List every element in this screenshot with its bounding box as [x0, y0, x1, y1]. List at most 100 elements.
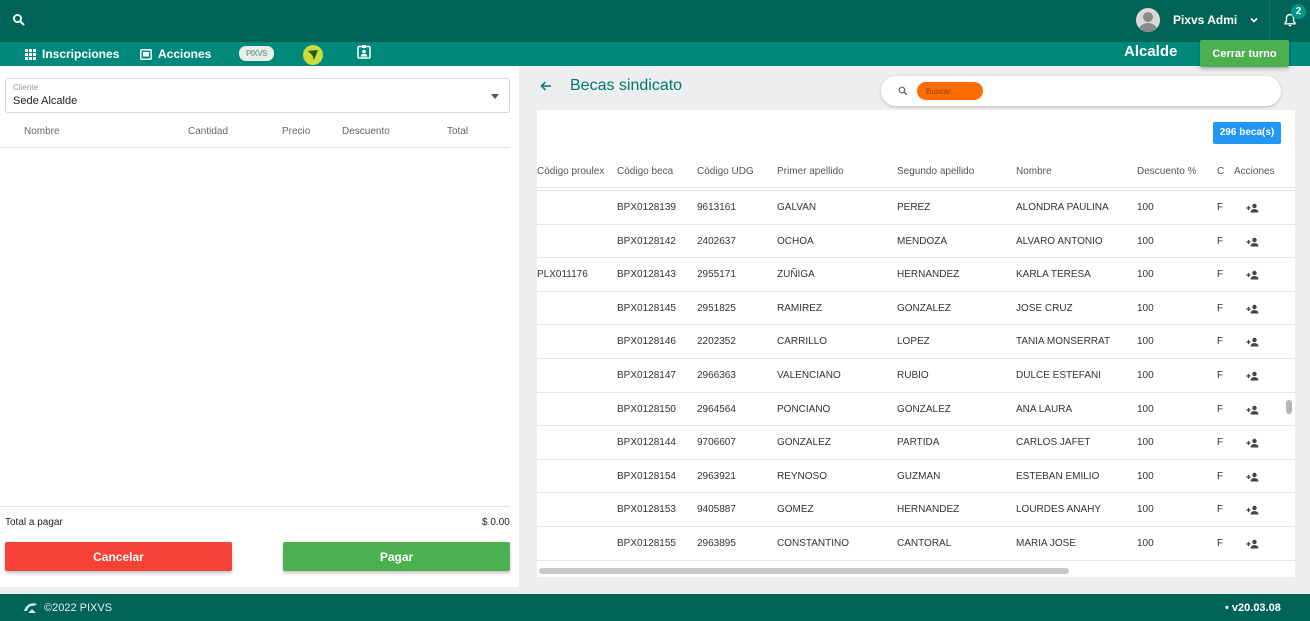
column-header: Primer apellido — [777, 166, 844, 177]
table-cell: OCHOA — [777, 235, 814, 247]
table-cell: BPX0128147 — [617, 369, 676, 381]
table-cell: 2963895 — [697, 537, 736, 549]
count-badge: 296 beca(s) — [1213, 122, 1281, 144]
column-header: Código proulex — [537, 166, 605, 177]
table-cell: MENDOZA — [897, 235, 947, 247]
search-bar — [881, 76, 1281, 106]
table-row[interactable]: BPX0128139 9613161 GALVAN PEREZ ALONDRA PAUL… — [537, 191, 1295, 225]
table-cell: KARLA TERESA — [1016, 269, 1091, 281]
add-user-icon[interactable] — [1246, 270, 1260, 280]
nav-item-label: Inscripciones — [42, 47, 120, 61]
branch-name: Alcalde — [1124, 43, 1178, 60]
location-arrow-icon[interactable] — [303, 45, 323, 65]
table-cell: ANA LAURA — [1016, 403, 1073, 415]
table-cell: 2951825 — [697, 302, 736, 314]
horizontal-scrollbar[interactable] — [539, 568, 1069, 574]
table-cell: BPX0128142 — [617, 235, 676, 247]
table-row[interactable]: BPX0128153 9405887 GOMEZ HERNANDEZ LOURDES A… — [537, 493, 1295, 527]
id-badge-icon[interactable] — [357, 45, 371, 59]
nav-item-acciones[interactable]: Acciones — [140, 42, 211, 66]
table-row[interactable]: BPX0128146 2202352 CARRILLO LOPEZ TANIA MONS… — [537, 325, 1295, 359]
column-header: Cantidad — [188, 126, 229, 137]
table-row[interactable]: BPX0128155 2963895 CONSTANTINO CANTORAL MARI… — [537, 527, 1295, 561]
table-cell: GALVAN — [777, 202, 817, 213]
table-cell: HERNANDEZ — [897, 504, 960, 516]
add-user-icon[interactable] — [1246, 472, 1260, 482]
client-select[interactable]: Cliente Sede Alcalde — [5, 78, 510, 113]
chevron-down-icon — [1250, 17, 1258, 23]
total-value: $ 0.00 — [482, 517, 510, 528]
table-cell: GONZALEZ — [777, 437, 831, 449]
table-row[interactable]: PLX011176 BPX0128143 2955171 ZUÑIGA HERNANDE… — [537, 258, 1295, 292]
table-cell: 100 — [1137, 537, 1154, 549]
table-cell: ZUÑIGA — [777, 269, 815, 281]
notification-badge: 2 — [1291, 4, 1306, 19]
table-cell: VALENCIANO — [777, 369, 841, 381]
table-row[interactable]: BPX0128147 2966363 VALENCIANO RUBIO DULCE ES… — [537, 359, 1295, 393]
table-row[interactable]: BPX0128144 9706607 GONZALEZ PARTIDA CARLOS J… — [537, 426, 1295, 460]
table-row[interactable]: BPX0128145 2951825 RAMIREZ GONZALEZ JOSE CRU… — [537, 292, 1295, 326]
table-cell: 100 — [1137, 403, 1154, 415]
column-header: Código beca — [617, 166, 674, 177]
table-row[interactable]: BPX0128142 2402637 OCHOA MENDOZA ALVARO ANTO… — [537, 225, 1295, 259]
add-user-icon[interactable] — [1246, 405, 1260, 415]
search-input[interactable] — [917, 82, 983, 100]
column-header: Nombre — [1016, 166, 1052, 177]
table-cell: BPX0128145 — [617, 302, 676, 314]
arrow-left-icon[interactable] — [540, 80, 552, 92]
nav-item-label: Acciones — [158, 47, 212, 61]
total-label: Total a pagar — [5, 517, 63, 528]
client-label: Cliente — [13, 83, 38, 92]
table-cell: BPX0128139 — [617, 202, 676, 213]
table-cell: ALONDRA PAULINA — [1016, 202, 1109, 213]
table-cell: F — [1217, 437, 1224, 449]
divider — [0, 506, 510, 507]
client-value: Sede Alcalde — [13, 95, 78, 107]
add-user-icon[interactable] — [1246, 505, 1260, 515]
caret-down-icon — [491, 94, 499, 99]
page-title: Becas sindicato — [570, 77, 683, 94]
table-cell: F — [1217, 302, 1224, 314]
table-row[interactable]: BPX0128150 2964564 PONCIANO GONZALEZ ANA LAU… — [537, 393, 1295, 427]
nav-item-inscripciones[interactable]: Inscripciones — [25, 42, 119, 66]
pay-button[interactable]: Pagar — [283, 542, 510, 571]
grid-icon — [25, 48, 36, 60]
table-cell: BPX0128150 — [617, 403, 676, 415]
add-user-icon[interactable] — [1246, 237, 1260, 247]
add-user-icon[interactable] — [1246, 539, 1260, 549]
add-user-icon[interactable] — [1246, 337, 1260, 347]
table-cell: F — [1217, 504, 1224, 516]
divider — [1269, 0, 1270, 42]
table-cell: PONCIANO — [777, 403, 831, 415]
table-cell: F — [1217, 470, 1224, 482]
copyright-text: ©2022 PIXVS — [44, 602, 113, 614]
user-menu[interactable]: Pixvs Admi — [1136, 8, 1259, 32]
add-user-icon[interactable] — [1246, 371, 1260, 381]
column-header: Descuento % — [1137, 166, 1197, 177]
table-cell: 100 — [1137, 369, 1154, 381]
cancel-button[interactable]: Cancelar — [5, 542, 232, 571]
column-header: Nombre — [24, 126, 60, 137]
add-user-icon[interactable] — [1246, 438, 1260, 448]
table-cell: F — [1217, 537, 1224, 549]
add-user-icon[interactable] — [1246, 203, 1260, 213]
add-user-icon[interactable] — [1246, 304, 1260, 314]
search-icon[interactable] — [12, 13, 26, 27]
table-cell: CARRILLO — [777, 336, 828, 348]
brand-logo[interactable]: PIXVS — [239, 46, 274, 61]
user-name: Pixvs Admi — [1173, 13, 1238, 27]
table-cell: 100 — [1137, 235, 1154, 247]
table-cell: GONZALEZ — [897, 403, 951, 415]
table-cell: 100 — [1137, 269, 1154, 281]
top-bar: Pixvs Admi 2 — [0, 0, 1310, 42]
table-cell: CONSTANTINO — [777, 537, 850, 549]
table-cell: BPX0128153 — [617, 504, 676, 516]
table-row[interactable]: BPX0128154 2963921 REYNOSO GUZMAN ESTEBAN EM… — [537, 460, 1295, 494]
table-cell: BPX0128154 — [617, 470, 676, 482]
vertical-scrollbar[interactable] — [1286, 400, 1292, 414]
table-cell: REYNOSO — [777, 470, 828, 482]
table-cell: RUBIO — [897, 369, 929, 381]
card-icon — [140, 48, 152, 60]
table-cell: BPX0128144 — [617, 437, 676, 449]
close-shift-button[interactable]: Cerrar turno — [1200, 40, 1289, 67]
